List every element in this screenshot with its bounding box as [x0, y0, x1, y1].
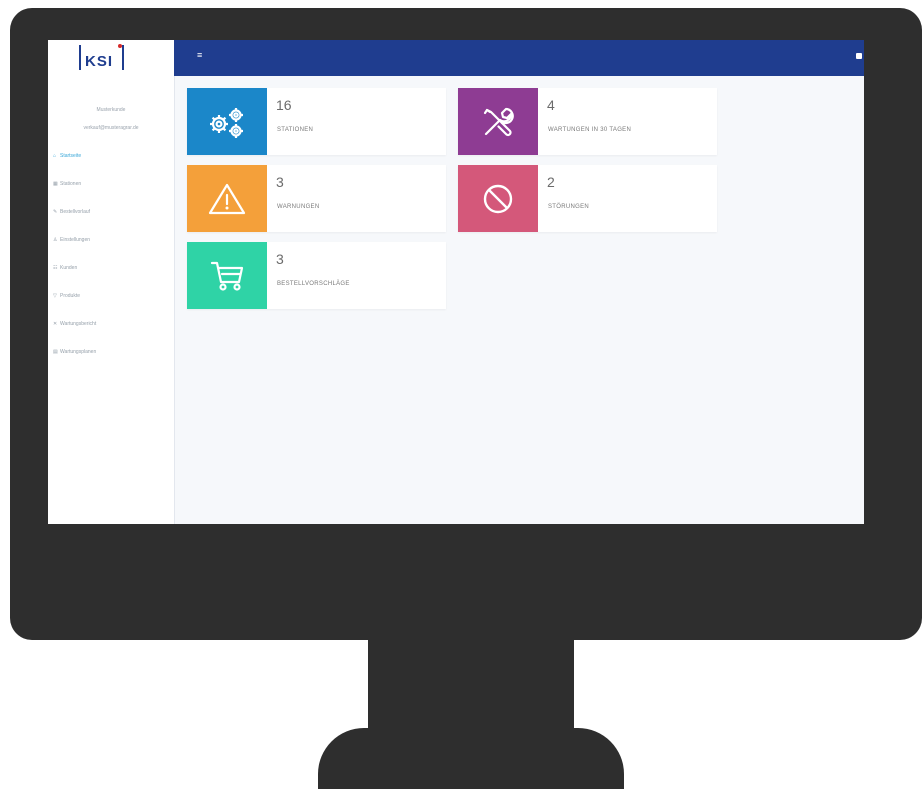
edit-icon: ✎ — [53, 209, 58, 215]
sidebar-item-label: Bestellvorlauf — [60, 209, 91, 215]
sidebar-item-produkte[interactable]: ▽ Produkte — [53, 293, 80, 303]
sidebar-item-label: Kunden — [60, 265, 78, 271]
filter-icon: ▽ — [53, 293, 57, 299]
tile-warnungen[interactable]: 3 WARNUNGEN — [187, 165, 446, 232]
sidebar-item-stationen[interactable]: ▦ Stationen — [53, 181, 81, 191]
tile-label: STATIONEN — [277, 127, 314, 133]
sidebar-item-wartungsplanen[interactable]: ▤ Wartungsplanen — [53, 349, 96, 359]
tile-label: STÖRUNGEN — [548, 204, 590, 210]
warning-icon — [208, 183, 246, 214]
monitor-screen: KSI ≡ Musterkunde verkauf@musteragrar.de… — [48, 40, 864, 524]
top-navbar: KSI ≡ — [48, 40, 864, 76]
sidebar-item-label: Einstellungen — [60, 237, 91, 243]
sidebar-user-email: verkauf@musteragrar.de — [83, 125, 139, 131]
sidebar-item-label: Produkte — [60, 293, 81, 299]
tile-count: 16 — [276, 97, 292, 113]
sidebar-item-bestellvorlauf[interactable]: ✎ Bestellvorlauf — [53, 209, 90, 219]
tile-icon-box — [458, 88, 538, 155]
sidebar-item-label: Startseite — [60, 153, 82, 159]
tile-count: 3 — [276, 251, 284, 267]
user-icon: ♙ — [53, 237, 58, 243]
monitor-stand-neck — [368, 638, 574, 734]
tile-count: 4 — [547, 97, 555, 113]
sidebar-item-wartungsbericht[interactable]: ✕ Wartungsbericht — [53, 321, 96, 331]
monitor-stand-base — [318, 728, 624, 789]
tools-icon — [483, 107, 514, 136]
cart-icon — [210, 261, 244, 291]
sidebar-item-label: Wartungsplanen — [60, 349, 97, 355]
sidebar-item-startseite[interactable]: ⌂ Startseite — [53, 153, 81, 163]
tile-wartungen[interactable]: 4 WARTUNGEN IN 30 TAGEN — [458, 88, 717, 155]
stations-icon: ▦ — [53, 181, 58, 187]
wrench-icon: ✕ — [53, 321, 58, 327]
home-icon: ⌂ — [53, 153, 57, 159]
sidebar-item-label: Wartungsbericht — [60, 321, 97, 327]
dashboard-main: 16 STATIONEN 4 WARTUNGEN IN 30 TAGEN 3 W… — [175, 76, 864, 524]
tile-icon-box — [187, 88, 267, 155]
logo-right-bar — [122, 45, 124, 70]
tile-stoerungen[interactable]: 2 STÖRUNGEN — [458, 165, 717, 232]
logo-dot — [118, 44, 122, 48]
tile-bestellvorschlaege[interactable]: 3 BESTELLVORSCHLÄGE — [187, 242, 446, 309]
tile-count: 3 — [276, 174, 284, 190]
tile-label: WARNUNGEN — [277, 204, 320, 210]
sidebar: Musterkunde verkauf@musteragrar.de ⌂ Star… — [48, 76, 175, 524]
tile-icon-box — [458, 165, 538, 232]
menu-toggle-icon[interactable]: ≡ — [197, 51, 205, 60]
sidebar-user-name: Musterkunde — [96, 107, 126, 113]
tile-icon-box — [187, 165, 267, 232]
blocked-icon — [483, 184, 513, 213]
sidebar-item-kunden[interactable]: ☷ Kunden — [53, 265, 77, 275]
tile-count: 2 — [547, 174, 555, 190]
calendar-icon: ▤ — [53, 349, 58, 355]
logo[interactable]: KSI — [48, 40, 174, 76]
logo-left-bar — [79, 45, 81, 70]
sidebar-item-label: Stationen — [60, 181, 82, 187]
logo-text: KSI — [85, 53, 114, 70]
sidebar-item-einstellungen[interactable]: ♙ Einstellungen — [53, 237, 90, 247]
gears-icon — [210, 107, 243, 138]
user-icon[interactable] — [856, 53, 862, 59]
tile-icon-box — [187, 242, 267, 309]
tile-label: BESTELLVORSCHLÄGE — [277, 281, 350, 287]
tile-label: WARTUNGEN IN 30 TAGEN — [548, 127, 632, 133]
tile-stationen[interactable]: 16 STATIONEN — [187, 88, 446, 155]
customers-icon: ☷ — [53, 265, 58, 271]
